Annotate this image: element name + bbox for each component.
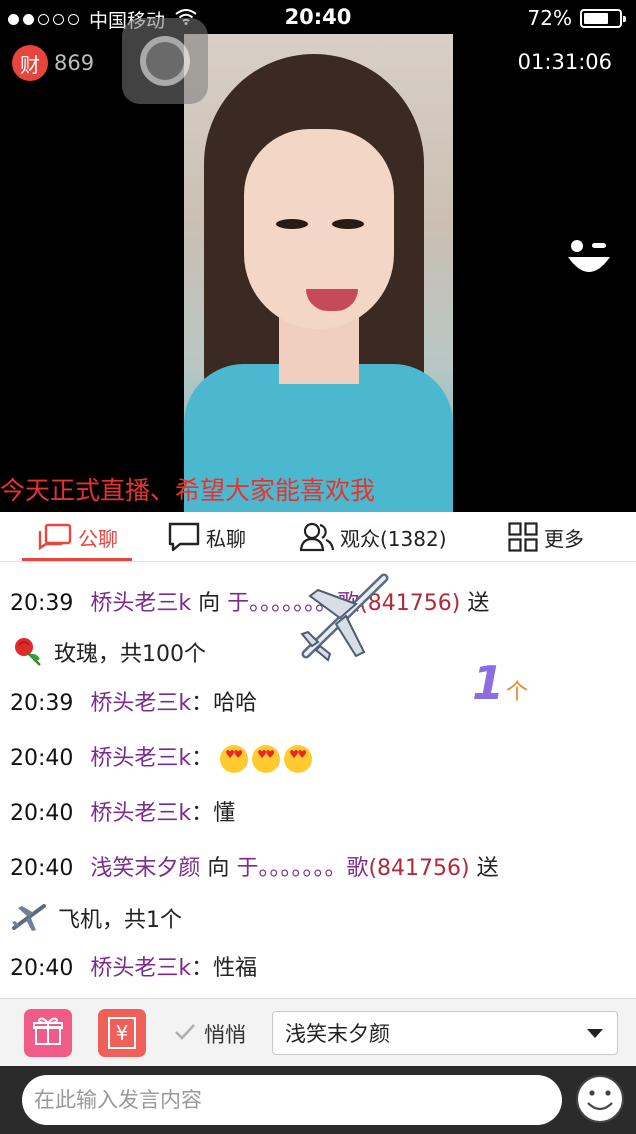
wealth-indicator[interactable]: 财 869 (12, 45, 94, 81)
gift-line: 飞机，共1个 (10, 900, 182, 942)
gift-count-number: 1 (472, 656, 505, 710)
tab-label: 私聊 (206, 526, 246, 551)
message-text: 性福 (213, 956, 258, 981)
gift-count-unit: 个 (506, 680, 529, 705)
message-user[interactable]: 浅笑末夕颜 (90, 856, 200, 881)
gift-text: 玫瑰，共100个 (54, 642, 206, 667)
status-bar: 中国移动 20:40 72% (0, 0, 636, 36)
rose-icon (10, 635, 44, 675)
yuan-icon: ¥ (108, 1017, 136, 1049)
message-action: 送 (476, 856, 499, 881)
gift-line: 玫瑰，共100个 (10, 635, 206, 675)
message-user[interactable]: 桥头老三k (90, 591, 191, 616)
gift-count-badge: 1 个 (472, 660, 528, 706)
message-action: 送 (467, 591, 490, 616)
message-user[interactable]: 桥头老三k (90, 956, 191, 981)
caret-down-icon (587, 1028, 603, 1038)
battery-percent: 72% (527, 6, 572, 30)
chat-bubbles-icon (38, 523, 72, 551)
message-separator: ： (191, 956, 214, 981)
battery-fill (584, 12, 609, 24)
message-time: 20:39 (10, 591, 74, 616)
chat-message: 20:39 桥头老三k 向 于。。。。。。。歌(841756) 送 (10, 590, 489, 618)
recipient-select[interactable]: 浅笑末夕颜 (272, 1011, 618, 1055)
message-user[interactable]: 桥头老三k (90, 801, 191, 826)
smiley-icon (575, 1075, 625, 1128)
chat-message: 20:39 桥头老三k：哈哈 (10, 690, 257, 718)
wealth-count: 869 (54, 51, 95, 75)
chat-message: 20:40 桥头老三k：懂 (10, 800, 235, 828)
heart-eyes-emoji-icon (220, 745, 249, 773)
chat-message: 20:40 桥头老三k： (10, 745, 316, 773)
checkmark-icon (174, 1022, 196, 1046)
tab-label: 更多 (544, 526, 584, 551)
active-tab-indicator (22, 558, 132, 561)
stream-caption: 今天正式直播、希望大家能喜欢我 (0, 476, 376, 505)
users-icon (300, 522, 334, 552)
recipient-selected: 浅笑末夕颜 (285, 1022, 390, 1046)
message-separator: ： (191, 801, 214, 826)
tab-label: 观众(1382) (340, 526, 447, 551)
money-button[interactable]: ¥ (98, 1009, 146, 1057)
heart-eyes-emoji-icon (284, 745, 313, 773)
message-text: 懂 (213, 801, 236, 826)
wealth-icon: 财 (12, 45, 48, 81)
message-room-id: (841756) (368, 856, 470, 881)
chat-tabs: 公聊 私聊 观众(1382) 更多 (0, 512, 636, 562)
message-input[interactable] (22, 1075, 562, 1125)
gift-text: 飞机，共1个 (58, 908, 182, 933)
message-time: 20:40 (10, 856, 74, 881)
wink-face-icon[interactable] (566, 237, 612, 279)
chat-message: 20:40 桥头老三k：性福 (10, 955, 257, 983)
tab-public-chat[interactable]: 公聊 (38, 512, 118, 562)
message-time: 20:40 (10, 956, 74, 981)
grid-icon (508, 522, 538, 552)
assistive-touch-button[interactable] (122, 18, 208, 104)
stream-video[interactable] (184, 34, 453, 512)
emoji-button[interactable] (575, 1074, 625, 1124)
message-time: 20:39 (10, 691, 74, 716)
chat-bubble-icon (168, 522, 200, 552)
message-recipient[interactable]: 于。。。。。。。歌 (236, 856, 368, 881)
message-separator: ： (191, 746, 214, 771)
gift-box-icon (33, 1016, 63, 1050)
airplane-icon (10, 900, 48, 942)
stream-eye-left (276, 219, 308, 229)
stream-eye-right (332, 219, 364, 229)
message-verb: 向 (207, 856, 230, 881)
gift-button[interactable] (24, 1009, 72, 1057)
message-text: 哈哈 (213, 691, 258, 716)
message-time: 20:40 (10, 801, 74, 826)
message-user[interactable]: 桥头老三k (90, 691, 191, 716)
tab-label: 公聊 (78, 526, 118, 551)
chat-message: 20:40 浅笑末夕颜 向 于。。。。。。。歌(841756) 送 (10, 855, 499, 883)
gift-toolbar: ¥ 悄悄 浅笑末夕颜 (0, 998, 636, 1066)
tab-private-chat[interactable]: 私聊 (168, 512, 246, 562)
tab-audience[interactable]: 观众(1382) (300, 512, 447, 562)
status-right: 72% (527, 6, 626, 30)
tab-more[interactable]: 更多 (508, 512, 584, 562)
video-area[interactable]: 今天正式直播、希望大家能喜欢我 中国移动 20:40 72% 财 869 01:… (0, 0, 636, 512)
chat-list[interactable]: 20:39 桥头老三k 向 于。。。。。。。歌(841756) 送 玫瑰，共10… (0, 562, 636, 998)
airplane-gift-animation-icon (296, 566, 392, 666)
message-time: 20:40 (10, 746, 74, 771)
message-user[interactable]: 桥头老三k (90, 746, 191, 771)
quiet-label: 悄悄 (204, 1023, 246, 1047)
battery-icon (580, 8, 626, 28)
live-duration: 01:31:06 (517, 50, 612, 74)
message-separator: ： (191, 691, 214, 716)
message-verb: 向 (198, 591, 221, 616)
message-input-bar (0, 1066, 636, 1134)
quiet-toggle[interactable]: 悄悄 (174, 1019, 246, 1049)
heart-eyes-emoji-icon (252, 745, 281, 773)
